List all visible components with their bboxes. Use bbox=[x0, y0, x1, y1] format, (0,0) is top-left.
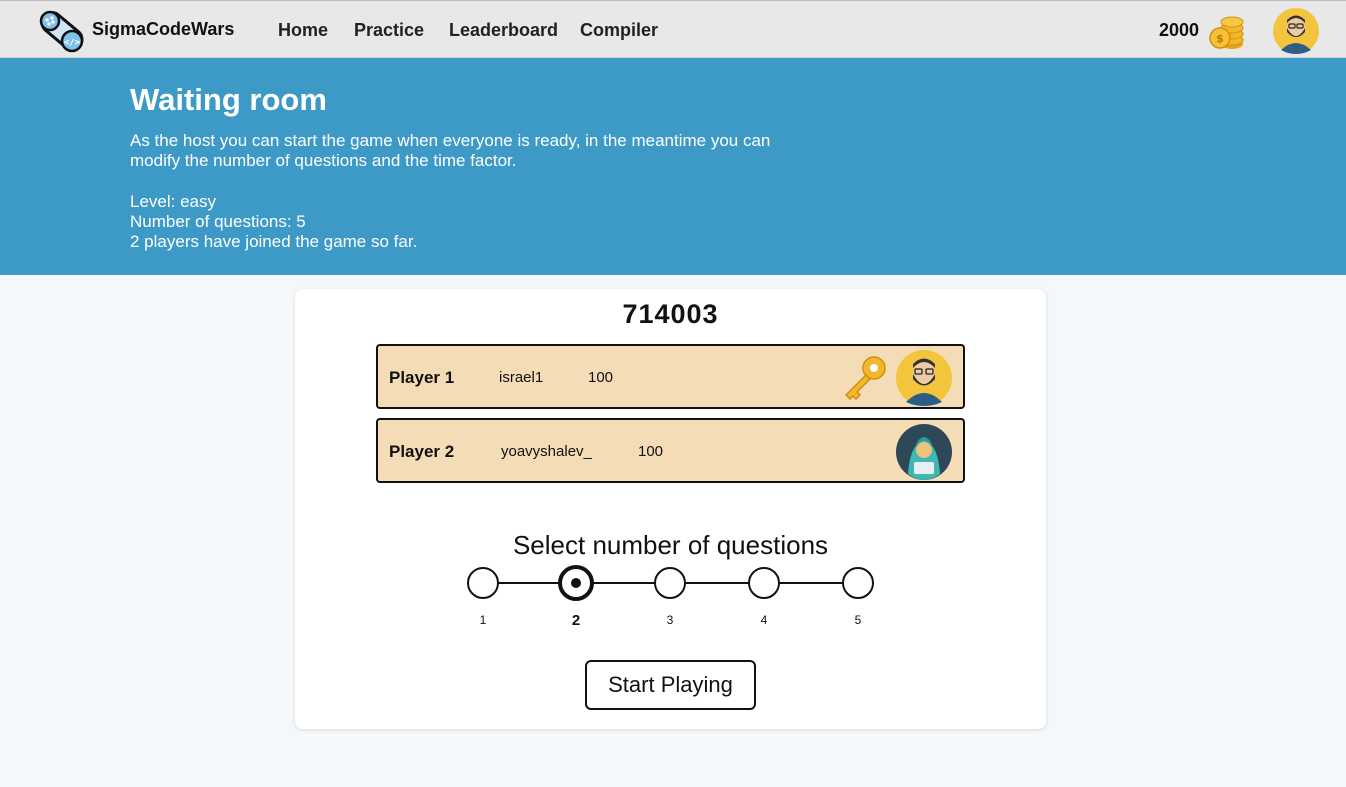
stepper-label-2: 2 bbox=[571, 612, 581, 629]
player-score: 100 bbox=[588, 369, 614, 386]
player-score: 100 bbox=[638, 443, 664, 460]
nav-practice[interactable]: Practice bbox=[354, 20, 424, 41]
stepper-label-5: 5 bbox=[854, 613, 862, 627]
player-username: yoavyshalev_ bbox=[501, 443, 592, 460]
player-row: Player 1 israel1 100 bbox=[376, 344, 965, 409]
players-joined-text: 2 players have joined the game so far. bbox=[130, 232, 418, 251]
game-code: 714003 bbox=[622, 299, 719, 329]
question-count-stepper: 1 2 3 4 5 bbox=[465, 565, 885, 637]
stepper-label-3: 3 bbox=[666, 613, 674, 627]
nav-compiler[interactable]: Compiler bbox=[580, 20, 658, 41]
svg-text:$: $ bbox=[1216, 32, 1224, 45]
top-navbar: </> SigmaCodeWars Home Practice Leaderbo… bbox=[0, 0, 1346, 58]
question-count-selector-title: Select number of questions bbox=[512, 530, 829, 560]
page-title: Waiting room bbox=[130, 82, 327, 117]
host-key-icon bbox=[844, 356, 886, 400]
stepper-option-1[interactable] bbox=[467, 567, 499, 599]
stepper-label-1: 1 bbox=[479, 613, 487, 627]
stepper-option-3[interactable] bbox=[654, 567, 686, 599]
player-username: israel1 bbox=[499, 369, 544, 386]
player-row: Player 2 yoavyshalev_ 100 bbox=[376, 418, 965, 483]
stepper-label-4: 4 bbox=[760, 613, 768, 627]
nav-leaderboard[interactable]: Leaderboard bbox=[449, 20, 558, 41]
stepper-option-2[interactable] bbox=[558, 565, 594, 601]
player-label: Player 1 bbox=[389, 368, 455, 387]
host-instructions: As the host you can start the game when … bbox=[130, 131, 771, 170]
stepper-option-5[interactable] bbox=[842, 567, 874, 599]
game-lobby-card: 714003 Player 1 israel1 100 Player 2 yoa… bbox=[295, 289, 1046, 729]
brand-name[interactable]: SigmaCodeWars bbox=[92, 19, 234, 40]
waiting-room-header: Waiting room As the host you can start t… bbox=[0, 58, 1346, 275]
questions-count-text: Number of questions: 5 bbox=[130, 212, 306, 231]
nav-home[interactable]: Home bbox=[278, 20, 328, 41]
player-label: Player 2 bbox=[389, 442, 455, 461]
hooded-coder-avatar-icon bbox=[896, 424, 952, 480]
game-info: Level: easy Number of questions: 5 2 pla… bbox=[130, 192, 417, 252]
level-text: Level: easy bbox=[130, 192, 216, 211]
start-playing-button[interactable]: Start Playing bbox=[585, 660, 756, 710]
bearded-man-avatar-icon bbox=[896, 350, 952, 406]
gamepad-logo-icon[interactable]: </> bbox=[36, 7, 88, 55]
stepper-option-4[interactable] bbox=[748, 567, 780, 599]
svg-text:</>: </> bbox=[64, 38, 81, 48]
coins-icon: $ bbox=[1209, 16, 1244, 49]
user-avatar-icon[interactable] bbox=[1273, 8, 1319, 54]
coin-balance: 2000 bbox=[1159, 20, 1200, 40]
